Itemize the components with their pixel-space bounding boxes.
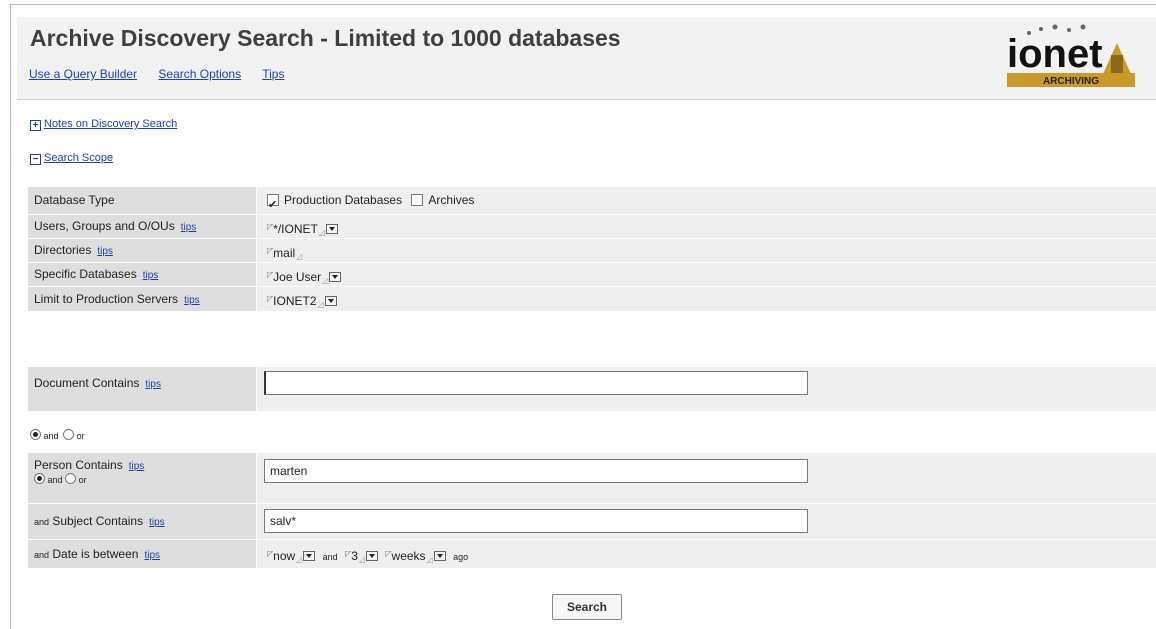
archives-checkbox[interactable] (411, 194, 424, 206)
person-and-radio[interactable] (34, 473, 45, 484)
date-from-field[interactable]: ◸now◿ (267, 540, 316, 574)
document-input[interactable] (264, 371, 808, 395)
row-label: and Subject Contains tips (28, 504, 256, 539)
notes-toggle[interactable]: + Notes on Discovery Search (30, 118, 177, 131)
notes-link[interactable]: Notes on Discovery Search (44, 118, 177, 130)
row-specific-databases: Specific Databases tips ◸Joe User◿ (28, 263, 1156, 287)
subject-tips-link[interactable]: tips (149, 517, 165, 528)
row-label: Person Contains tips and or (28, 453, 256, 503)
and-radio[interactable] (30, 429, 41, 440)
expand-plus-icon[interactable]: + (30, 120, 41, 131)
scope-toggle[interactable]: − Search Scope (30, 152, 113, 165)
document-tips-link[interactable]: tips (145, 379, 161, 390)
row-directories: Directories tips ◸mail◿ (28, 239, 1156, 263)
page-title: Archive Discovery Search - Limited to 10… (30, 25, 621, 51)
row-value: ◸now◿ and ◸3◿ ◸weeks◿ ago (257, 540, 1156, 568)
logo-subtext: ARCHIVING (1043, 76, 1099, 87)
row-value: Production Databases Archives (257, 187, 1156, 219)
row-label: Document Contains tips (28, 367, 256, 411)
search-button[interactable]: Search (552, 594, 622, 620)
tips-link[interactable]: Tips (262, 67, 284, 81)
subject-input[interactable]: salv* (264, 509, 808, 533)
header-bar: Archive Discovery Search - Limited to 10… (17, 17, 1156, 100)
row-label: Limit to Production Servers tips (28, 287, 256, 311)
row-label: Database Type (28, 187, 256, 214)
databases-tips-link[interactable]: tips (143, 270, 159, 281)
logic-toggle: and or (30, 429, 85, 441)
archives-label: Archives (428, 193, 475, 207)
logo-wordmark: ionet (1007, 32, 1103, 76)
row-users: Users, Groups and O/OUs tips ◸*/IONET◿ (28, 215, 1156, 239)
row-label: Specific Databases tips (28, 263, 256, 286)
scope-table: Database Type Production Databases Archi… (28, 187, 1156, 312)
search-options-link[interactable]: Search Options (158, 67, 241, 81)
row-value: ◸*/IONET◿ (257, 215, 1156, 238)
servers-keyword-field[interactable]: ◸IONET2◿ (267, 287, 337, 317)
query-builder-link[interactable]: Use a Query Builder (29, 67, 137, 81)
row-label: Directories tips (28, 239, 256, 262)
person-logic: and or (34, 473, 256, 485)
person-input[interactable]: marten (264, 459, 808, 483)
row-label: Users, Groups and O/OUs tips (28, 215, 256, 238)
users-tips-link[interactable]: tips (181, 222, 197, 233)
dropdown-icon[interactable] (324, 296, 337, 306)
row-servers: Limit to Production Servers tips ◸IONET2◿ (28, 287, 1156, 312)
date-amount-field[interactable]: ◸3◿ (345, 540, 379, 574)
ionet-logo: ionet ARCHIVING (1007, 24, 1135, 87)
date-unit-field[interactable]: ◸weeks◿ (385, 540, 446, 574)
person-or-radio[interactable] (65, 473, 77, 484)
dropdown-icon[interactable] (433, 551, 446, 561)
row-value: ◸mail◿ (257, 239, 1156, 262)
row-label: and Date is between tips (28, 540, 256, 568)
production-label: Production Databases (284, 193, 403, 207)
row-date: and Date is between tips ◸now◿ and ◸3◿ ◸w… (28, 540, 1156, 569)
or-radio[interactable] (63, 429, 75, 440)
dropdown-icon[interactable] (329, 272, 342, 282)
date-tips-link[interactable]: tips (144, 550, 160, 561)
servers-tips-link[interactable]: tips (184, 295, 200, 306)
header-links: Use a Query Builder Search Options Tips (29, 67, 302, 81)
production-checkbox[interactable] (267, 192, 279, 219)
person-tips-link[interactable]: tips (129, 461, 145, 472)
directories-tips-link[interactable]: tips (97, 246, 113, 257)
dropdown-icon[interactable] (325, 224, 338, 234)
dropdown-icon[interactable] (366, 551, 379, 561)
dropdown-icon[interactable] (303, 551, 316, 561)
row-value: ◸Joe User◿ (257, 263, 1156, 286)
scope-link[interactable]: Search Scope (44, 152, 113, 164)
row-database-type: Database Type Production Databases Archi… (28, 187, 1156, 219)
row-value: ◸IONET2◿ (257, 287, 1156, 311)
collapse-minus-icon[interactable]: − (30, 154, 41, 165)
